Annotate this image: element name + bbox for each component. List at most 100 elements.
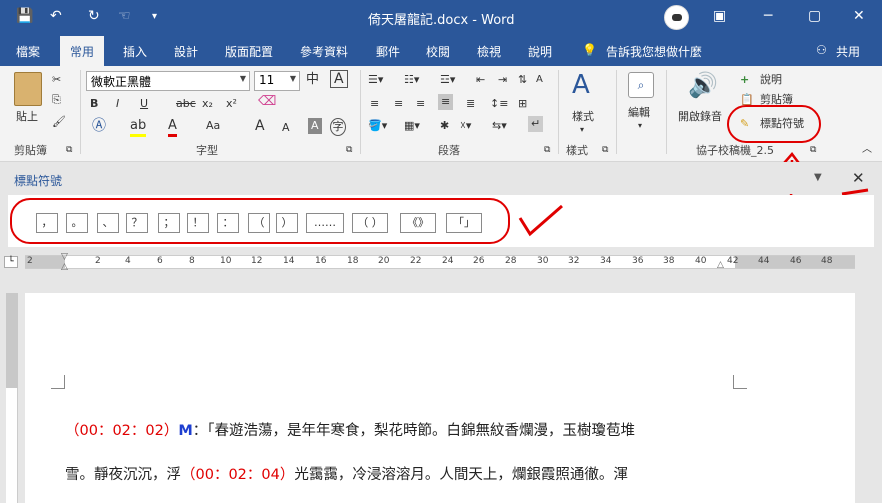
save-icon[interactable]: 💾 bbox=[16, 8, 33, 24]
underline-button[interactable]: U bbox=[140, 96, 148, 112]
tab-references[interactable]: 參考資料 bbox=[300, 43, 348, 60]
show-marks-icon[interactable]: ✱ bbox=[440, 118, 449, 134]
grow-font-button[interactable]: A bbox=[255, 118, 265, 134]
vertical-ruler[interactable] bbox=[6, 293, 18, 503]
tab-view[interactable]: 檢視 bbox=[477, 43, 501, 60]
separator bbox=[360, 70, 361, 154]
paragraph-launcher-icon[interactable]: ⧉ bbox=[544, 142, 550, 158]
change-case-button[interactable]: Aa bbox=[206, 118, 220, 134]
tab-file[interactable]: 檔案 bbox=[16, 43, 40, 60]
ruler-tick: 24 bbox=[442, 256, 454, 266]
avatar[interactable] bbox=[664, 5, 689, 30]
font-size-combo[interactable]: 11 ▼ bbox=[254, 71, 300, 91]
bold-button[interactable]: B bbox=[90, 96, 98, 112]
char-border-icon[interactable]: A bbox=[330, 70, 348, 88]
close-pane-icon[interactable]: ✕ bbox=[852, 169, 865, 187]
para-direction-icon[interactable]: ⊞ bbox=[518, 96, 527, 112]
undo-icon[interactable]: ↶ bbox=[50, 8, 62, 24]
pane-options-icon[interactable]: ▼ bbox=[814, 172, 822, 183]
font-color-icon[interactable]: A bbox=[168, 118, 177, 137]
chevron-down-icon: ▾ bbox=[580, 125, 585, 134]
paste-button[interactable]: 貼上 bbox=[16, 108, 38, 124]
text-effects-icon[interactable]: Ⓐ bbox=[92, 118, 106, 134]
right-indent-marker[interactable]: △ bbox=[717, 260, 724, 270]
document-line[interactable]: （00：02：02）M：「春遊浩蕩，是年年寒食，梨花時節。白錦無紋香爛漫，玉樹瓊… bbox=[65, 419, 635, 440]
justify-icon[interactable]: ≡ bbox=[438, 94, 454, 110]
touch-mode-icon[interactable]: ☜ bbox=[118, 8, 131, 24]
first-indent-marker[interactable]: ▽ bbox=[61, 252, 68, 262]
shrink-font-button[interactable]: A bbox=[282, 120, 290, 136]
ribbon-display-icon[interactable]: ▣ bbox=[713, 8, 726, 24]
tab-design[interactable]: 設計 bbox=[174, 43, 198, 60]
font-launcher-icon[interactable]: ⧉ bbox=[346, 142, 352, 158]
cut-icon[interactable]: ✂ bbox=[52, 72, 61, 88]
tell-me-box[interactable]: 告訴我您想做什麼 bbox=[606, 43, 702, 60]
align-right-icon[interactable]: ≡ bbox=[416, 96, 425, 112]
bullets-icon[interactable]: ☰▾ bbox=[368, 72, 383, 88]
styles-icon[interactable]: A bbox=[572, 70, 590, 100]
restore-button[interactable]: ▢ bbox=[808, 8, 821, 24]
asian-layout-icon[interactable]: ☓▾ bbox=[460, 118, 471, 134]
record-button[interactable]: 開啟錄音 bbox=[678, 108, 722, 124]
borders-icon[interactable]: ▦▾ bbox=[404, 118, 420, 134]
document-line[interactable]: 雪。靜夜沉沉，浮（00：02：04）光靄靄，冷浸溶溶月。人間天上，爛銀霞照通徹。… bbox=[65, 463, 628, 484]
margin-corner bbox=[733, 375, 747, 389]
tab-layout[interactable]: 版面配置 bbox=[225, 43, 273, 60]
speaker-label: M bbox=[178, 423, 193, 439]
tab-mailings[interactable]: 郵件 bbox=[376, 43, 400, 60]
help-button[interactable]: 說明 bbox=[760, 72, 782, 88]
phonetic-guide-icon[interactable]: 中 bbox=[306, 72, 319, 88]
format-painter-icon[interactable]: 🖌 bbox=[52, 114, 66, 130]
ruler-tick: 34 bbox=[600, 256, 612, 266]
horizontal-ruler[interactable]: 2 2 4 6 8 10 12 14 16 18 20 22 24 26 28 … bbox=[25, 252, 855, 272]
hanging-indent-marker[interactable]: △ bbox=[61, 262, 68, 272]
line-spacing-icon[interactable]: ↕≡ bbox=[490, 96, 508, 112]
clipboard-launcher-icon[interactable]: ⧉ bbox=[66, 142, 72, 158]
customize-qat-icon[interactable]: ▾ bbox=[152, 11, 157, 22]
increase-indent-icon[interactable]: ⇥ bbox=[498, 72, 507, 88]
share-button[interactable]: 共用 bbox=[836, 43, 860, 60]
chevron-down-icon: ▼ bbox=[289, 74, 296, 83]
italic-button[interactable]: I bbox=[116, 96, 119, 112]
tab-insert[interactable]: 插入 bbox=[123, 43, 147, 60]
ruler-tick: 16 bbox=[315, 256, 327, 266]
char-shading-icon[interactable]: A bbox=[308, 118, 322, 134]
paste-icon[interactable] bbox=[14, 72, 42, 106]
highlight-icon[interactable]: ab bbox=[130, 118, 147, 137]
tab-help[interactable]: 說明 bbox=[528, 43, 552, 60]
strikethrough-button[interactable]: abc bbox=[176, 96, 196, 112]
ruler-tick: 20 bbox=[378, 256, 390, 266]
share-icon[interactable]: ⚇ bbox=[816, 43, 827, 57]
close-button[interactable]: ✕ bbox=[853, 8, 865, 24]
copy-icon[interactable]: ⎘ bbox=[52, 92, 61, 108]
speaker-icon[interactable]: 🔊 bbox=[688, 70, 718, 100]
sort-icon[interactable]: ⇅ bbox=[518, 72, 527, 88]
shading-icon[interactable]: 🪣▾ bbox=[368, 118, 387, 134]
document-page[interactable]: （00：02：02）M：「春遊浩蕩，是年年寒食，梨花時節。白錦無紋香爛漫，玉樹瓊… bbox=[25, 293, 855, 503]
superscript-button[interactable]: x² bbox=[226, 96, 237, 112]
char-scale-icon[interactable]: ⇆▾ bbox=[492, 118, 507, 134]
collapse-ribbon-icon[interactable]: ︿ bbox=[862, 142, 872, 158]
tab-home[interactable]: 常用 bbox=[60, 36, 105, 66]
tab-review[interactable]: 校閱 bbox=[426, 43, 450, 60]
clipboard-group-label: 剪貼簿 bbox=[14, 144, 47, 157]
align-left-icon[interactable]: ≡ bbox=[370, 96, 379, 112]
chinese-layout-icon[interactable]: A bbox=[536, 72, 543, 88]
enclose-chars-icon[interactable]: 字 bbox=[330, 118, 346, 136]
ruler-tick: 32 bbox=[568, 256, 580, 266]
align-center-icon[interactable]: ≡ bbox=[394, 96, 403, 112]
styles-launcher-icon[interactable]: ⧉ bbox=[602, 142, 608, 158]
clear-format-icon[interactable]: ⌫ bbox=[258, 94, 276, 110]
search-icon[interactable]: ⌕ bbox=[628, 72, 654, 98]
minimize-button[interactable]: ─ bbox=[764, 8, 772, 24]
distributed-icon[interactable]: ≣ bbox=[466, 96, 475, 112]
redo-icon[interactable]: ↻ bbox=[88, 8, 100, 24]
ruler-tick: 2 bbox=[27, 256, 33, 266]
multilevel-list-icon[interactable]: ☲▾ bbox=[440, 72, 455, 88]
numbering-icon[interactable]: ☷▾ bbox=[404, 72, 419, 88]
tab-selector[interactable]: └ bbox=[4, 256, 18, 268]
paragraph-mark-icon[interactable]: ↵ bbox=[528, 116, 544, 132]
subscript-button[interactable]: x₂ bbox=[202, 96, 213, 112]
font-name-combo[interactable]: 微軟正黑體 ▼ bbox=[86, 71, 250, 91]
decrease-indent-icon[interactable]: ⇤ bbox=[476, 72, 485, 88]
